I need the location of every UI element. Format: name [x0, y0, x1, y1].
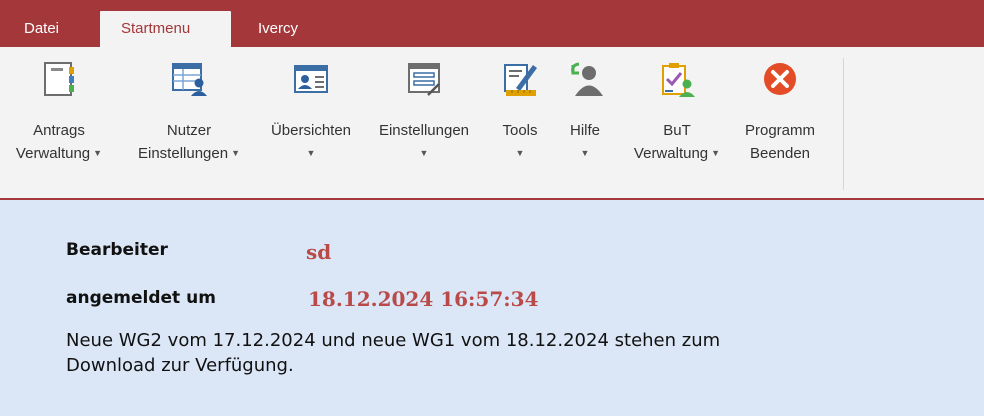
but-verwaltung-button[interactable]: BuT Verwaltung ▼ — [620, 53, 734, 193]
button-label-line1: Tools — [502, 122, 538, 139]
notebook-icon — [41, 61, 77, 97]
user-table-icon — [171, 61, 207, 97]
dropdown-caret-icon: ▼ — [580, 148, 590, 158]
button-label-line1: Hilfe — [569, 122, 600, 139]
programm-beenden-button[interactable]: Programm Beenden — [734, 53, 826, 193]
uebersichten-button[interactable]: Übersichten ▼ — [258, 53, 364, 193]
button-label-line1: Einstellungen — [378, 122, 470, 139]
button-label-line2: ▼ — [364, 142, 484, 165]
button-label-line2: Verwaltung ▼ — [620, 142, 734, 165]
nutzer-einstellungen-button[interactable]: Nutzer Einstellungen ▼ — [120, 53, 258, 193]
tab-ivercy[interactable]: Ivercy — [248, 11, 318, 47]
dropdown-caret-icon: ▼ — [419, 148, 429, 158]
button-label-line2: ▼ — [258, 142, 364, 165]
button-label-line1: Nutzer — [166, 122, 212, 139]
dropdown-caret-icon: ▼ — [306, 148, 316, 158]
tab-datei[interactable]: Datei — [12, 11, 74, 47]
dropdown-caret-icon: ▼ — [231, 148, 240, 158]
login-time-value: 18.12.2024 16:57:34 — [308, 287, 539, 311]
download-notice: Neue WG2 vom 17.12.2024 und neue WG1 vom… — [66, 328, 966, 378]
hilfe-button[interactable]: Hilfe ▼ — [556, 53, 614, 193]
dropdown-caret-icon: ▼ — [515, 148, 525, 158]
button-label-line1: Antrags — [33, 122, 85, 139]
ruler-pencil-icon — [502, 61, 538, 97]
clipboard-user-icon — [659, 61, 695, 97]
help-user-icon — [567, 61, 603, 97]
button-label-line2: Einstellungen ▼ — [120, 142, 258, 165]
download-notice-line1: Neue WG2 vom 17.12.2024 und neue WG1 vom… — [66, 330, 721, 351]
button-label-line2: Verwaltung ▼ — [0, 142, 118, 165]
button-label-line2: ▼ — [556, 142, 614, 165]
button-label-text: Verwaltung — [633, 145, 709, 162]
button-label-text: Einstellungen — [138, 145, 229, 162]
button-label-line2: Beenden — [749, 145, 811, 162]
button-label-line1: Programm — [744, 122, 815, 139]
ribbon-group-separator — [843, 58, 844, 190]
download-notice-line2: Download zur Verfügung. — [66, 355, 294, 376]
einstellungen-button[interactable]: Einstellungen ▼ — [364, 53, 484, 193]
close-circle-icon — [762, 61, 798, 97]
login-time-label: angemeldet um — [66, 288, 216, 308]
contact-card-icon — [293, 61, 329, 97]
tools-button[interactable]: Tools ▼ — [488, 53, 552, 193]
ribbon-tab-bar: Datei Startmenu Ivercy — [0, 0, 984, 47]
antrags-verwaltung-button[interactable]: Antrags Verwaltung ▼ — [0, 53, 118, 193]
dropdown-caret-icon: ▼ — [711, 148, 721, 158]
settings-form-icon — [406, 61, 442, 97]
button-label-line1: BuT — [663, 122, 691, 139]
tab-startmenu[interactable]: Startmenu — [100, 11, 231, 47]
button-label-text: Verwaltung — [15, 145, 91, 162]
dropdown-caret-icon: ▼ — [93, 148, 103, 158]
button-label-line1: Übersichten — [270, 122, 352, 139]
editor-value: sd — [306, 240, 332, 264]
button-label-line2: ▼ — [488, 142, 552, 165]
editor-label: Bearbeiter — [66, 240, 168, 260]
